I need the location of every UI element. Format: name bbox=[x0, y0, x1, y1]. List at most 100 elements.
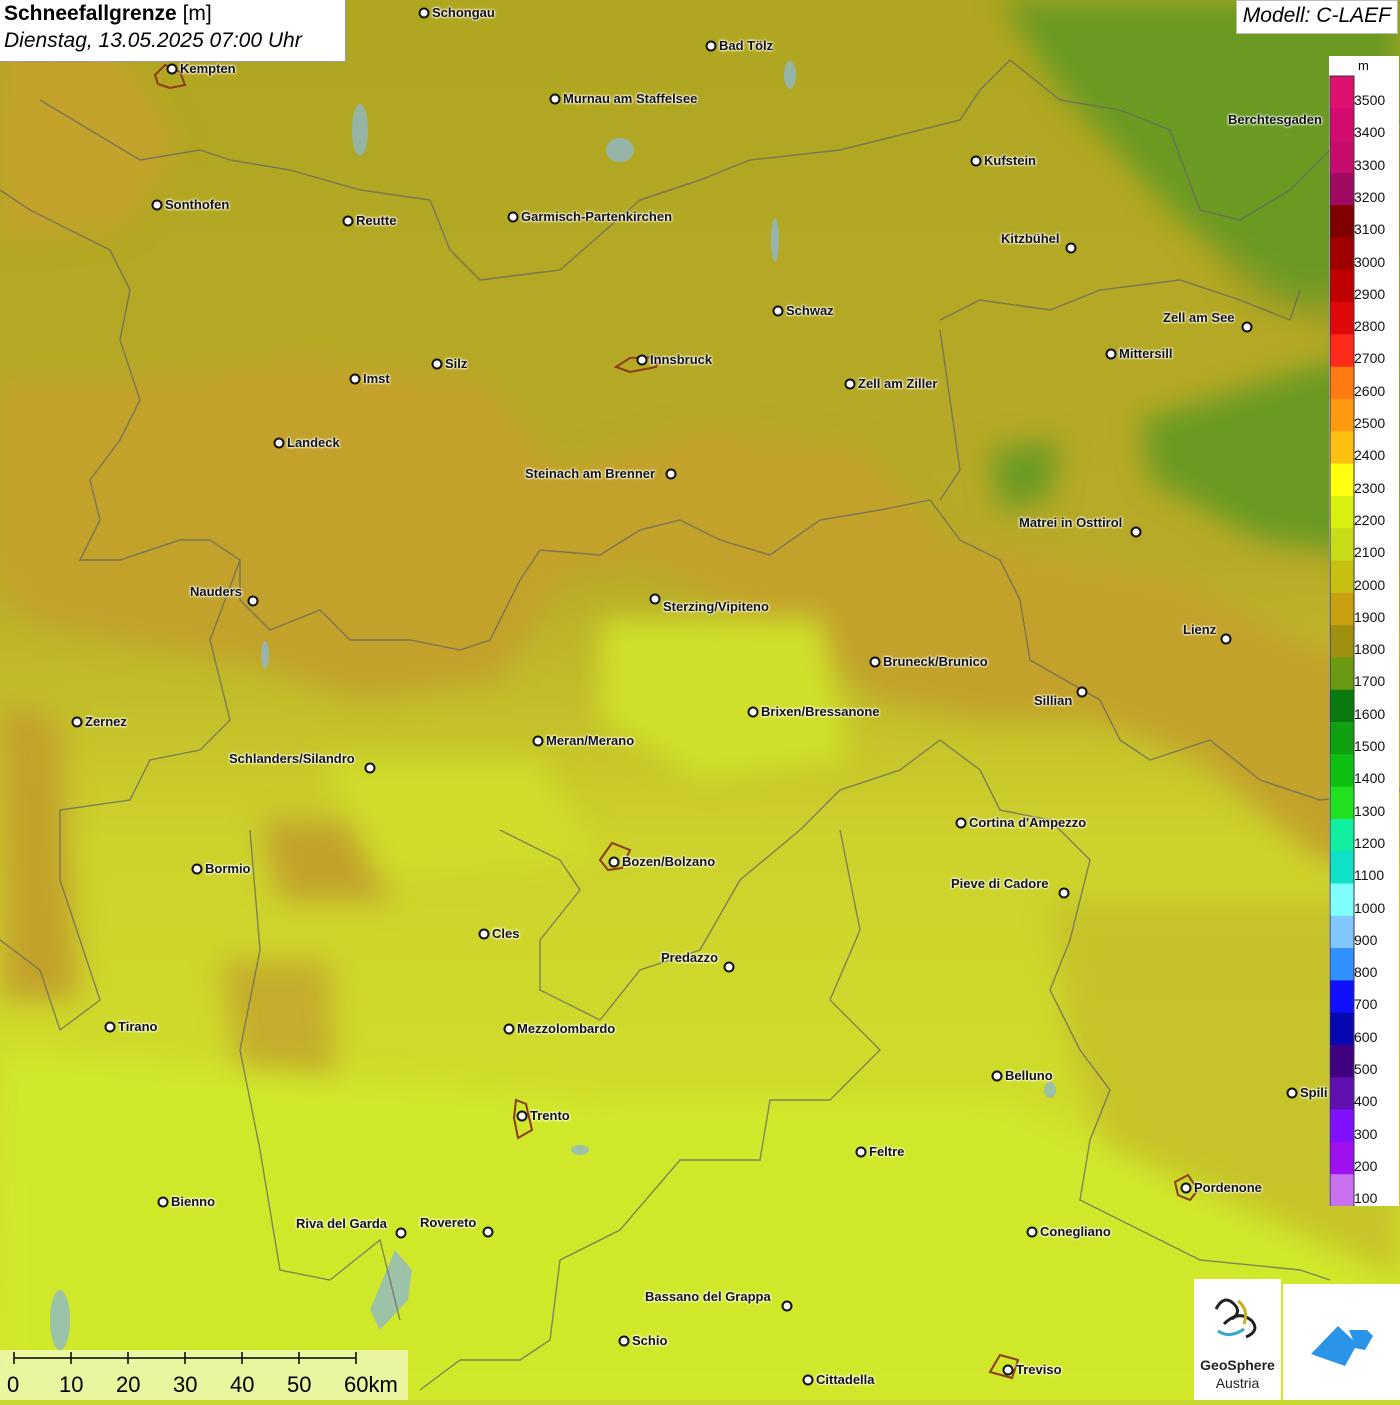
legend-swatch bbox=[1330, 269, 1354, 303]
city-marker[interactable] bbox=[478, 928, 490, 940]
city-label: Cles bbox=[492, 926, 520, 941]
city-marker[interactable] bbox=[608, 856, 620, 868]
city-marker[interactable] bbox=[705, 40, 717, 52]
legend-swatch bbox=[1330, 463, 1354, 497]
legend-swatch bbox=[1330, 205, 1354, 238]
legend-level-label: 2700 bbox=[1354, 350, 1386, 367]
city-marker[interactable] bbox=[532, 735, 544, 747]
legend-level-label: 2400 bbox=[1354, 447, 1386, 464]
city-marker[interactable] bbox=[395, 1227, 407, 1239]
city-marker[interactable] bbox=[1065, 242, 1077, 254]
city-marker[interactable] bbox=[166, 63, 178, 75]
city-marker[interactable] bbox=[273, 437, 285, 449]
legend-swatch bbox=[1330, 366, 1354, 400]
legend-swatch bbox=[1330, 786, 1354, 820]
legend-level-label: 2000 bbox=[1354, 576, 1386, 593]
city-label: Tirano bbox=[118, 1019, 158, 1034]
city-marker[interactable] bbox=[991, 1070, 1003, 1082]
city-label: Bormio bbox=[205, 861, 251, 876]
city-marker[interactable] bbox=[516, 1110, 528, 1122]
city-marker[interactable] bbox=[191, 863, 203, 875]
legend-swatch bbox=[1330, 625, 1354, 658]
city-label: Kempten bbox=[180, 61, 236, 76]
legend-level-label: 1800 bbox=[1354, 641, 1386, 658]
city-marker[interactable] bbox=[855, 1146, 867, 1158]
city-marker[interactable] bbox=[1130, 526, 1142, 538]
city-marker[interactable] bbox=[1076, 686, 1088, 698]
legend-swatch bbox=[1330, 915, 1354, 949]
city-marker[interactable] bbox=[636, 354, 648, 366]
legend-level-label: 1700 bbox=[1354, 673, 1386, 690]
city-label: Bozen/Bolzano bbox=[622, 854, 716, 869]
city-marker[interactable] bbox=[869, 656, 881, 668]
city-marker[interactable] bbox=[1286, 1087, 1298, 1099]
legend-level-label: 2500 bbox=[1354, 415, 1386, 431]
city-marker[interactable] bbox=[1002, 1364, 1014, 1376]
legend-unit: m bbox=[1358, 58, 1369, 73]
legend-swatch bbox=[1330, 689, 1354, 723]
city-label: Bruneck/Brunico bbox=[883, 654, 988, 669]
city-label: Matrei in Osttirol bbox=[1019, 515, 1123, 530]
legend-swatch bbox=[1330, 237, 1354, 271]
scale-label: 50 bbox=[287, 1372, 312, 1397]
city-marker[interactable] bbox=[844, 378, 856, 390]
city-marker[interactable] bbox=[482, 1226, 494, 1238]
legend-level-label: 2900 bbox=[1354, 285, 1386, 302]
geosphere-logo[interactable]: GeoSphere Austria bbox=[1194, 1279, 1281, 1400]
city-marker[interactable] bbox=[772, 305, 784, 317]
city-marker[interactable] bbox=[507, 211, 519, 223]
city-marker[interactable] bbox=[364, 762, 376, 774]
city-marker[interactable] bbox=[104, 1021, 116, 1033]
city-marker[interactable] bbox=[970, 155, 982, 167]
city-marker[interactable] bbox=[618, 1335, 630, 1347]
legend-swatch bbox=[1330, 657, 1354, 691]
legend-level-label: 800 bbox=[1354, 964, 1378, 981]
city-marker[interactable] bbox=[1105, 348, 1117, 360]
city-marker[interactable] bbox=[1241, 321, 1253, 333]
city-label: Schwaz bbox=[786, 303, 834, 318]
city-label: Berchtesgaden bbox=[1228, 112, 1322, 127]
logo-name-line1: GeoSphere bbox=[1200, 1357, 1275, 1373]
legend-level-label: 2600 bbox=[1354, 382, 1386, 399]
city-marker[interactable] bbox=[747, 706, 759, 718]
weather-app-logo[interactable] bbox=[1283, 1284, 1400, 1400]
city-label: Cortina d'Ampezzo bbox=[969, 815, 1087, 830]
city-marker[interactable] bbox=[349, 373, 361, 385]
city-marker[interactable] bbox=[781, 1300, 793, 1312]
city-marker[interactable] bbox=[157, 1196, 169, 1208]
city-label: Cittadella bbox=[816, 1372, 875, 1387]
city-label: Sonthofen bbox=[165, 197, 230, 212]
city-marker[interactable] bbox=[503, 1023, 515, 1035]
legend-level-label: 3200 bbox=[1354, 188, 1386, 205]
city-marker[interactable] bbox=[1220, 633, 1232, 645]
legend-swatch bbox=[1330, 108, 1354, 142]
city-marker[interactable] bbox=[665, 468, 677, 480]
city-label: Bassano del Grappa bbox=[645, 1289, 771, 1304]
city-marker[interactable] bbox=[71, 716, 83, 728]
city-marker[interactable] bbox=[802, 1374, 814, 1386]
city-marker[interactable] bbox=[342, 215, 354, 227]
city-marker[interactable] bbox=[1058, 887, 1070, 899]
map-title: Schneefallgrenze bbox=[4, 2, 177, 25]
city-marker[interactable] bbox=[1180, 1182, 1192, 1194]
city-marker[interactable] bbox=[723, 961, 735, 973]
city-marker[interactable] bbox=[418, 7, 430, 19]
legend-level-label: 1200 bbox=[1354, 834, 1386, 851]
city-marker[interactable] bbox=[649, 593, 661, 605]
city-marker[interactable] bbox=[1026, 1226, 1038, 1238]
cloud-arrow-icon bbox=[1311, 1326, 1373, 1366]
legend-level-label: 2800 bbox=[1354, 318, 1386, 335]
city-marker[interactable] bbox=[247, 595, 259, 607]
legend-swatch bbox=[1330, 1012, 1354, 1046]
legend-level-label: 400 bbox=[1354, 1093, 1378, 1110]
city-marker[interactable] bbox=[549, 93, 561, 105]
legend-swatch bbox=[1330, 1109, 1354, 1143]
legend-swatch bbox=[1330, 76, 1354, 109]
city-label: Feltre bbox=[869, 1144, 905, 1159]
city-marker[interactable] bbox=[431, 358, 443, 370]
legend-swatch bbox=[1330, 431, 1354, 465]
city-marker[interactable] bbox=[955, 817, 967, 829]
legend-level-label: 1500 bbox=[1354, 738, 1386, 754]
city-marker[interactable] bbox=[151, 199, 163, 211]
scale-label: 10 bbox=[59, 1372, 84, 1397]
